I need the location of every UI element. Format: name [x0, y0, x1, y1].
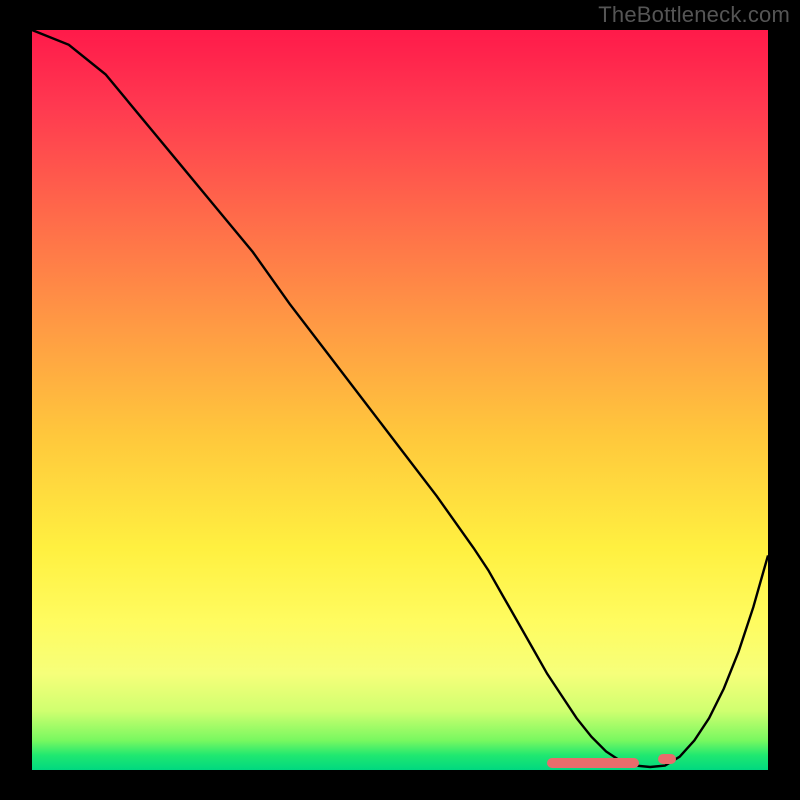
- highlight-dash-left: [547, 758, 639, 768]
- highlight-dash-right: [658, 754, 676, 764]
- bottleneck-curve: [32, 30, 768, 770]
- watermark-text: TheBottleneck.com: [598, 2, 790, 28]
- chart-plot-area: [32, 30, 768, 770]
